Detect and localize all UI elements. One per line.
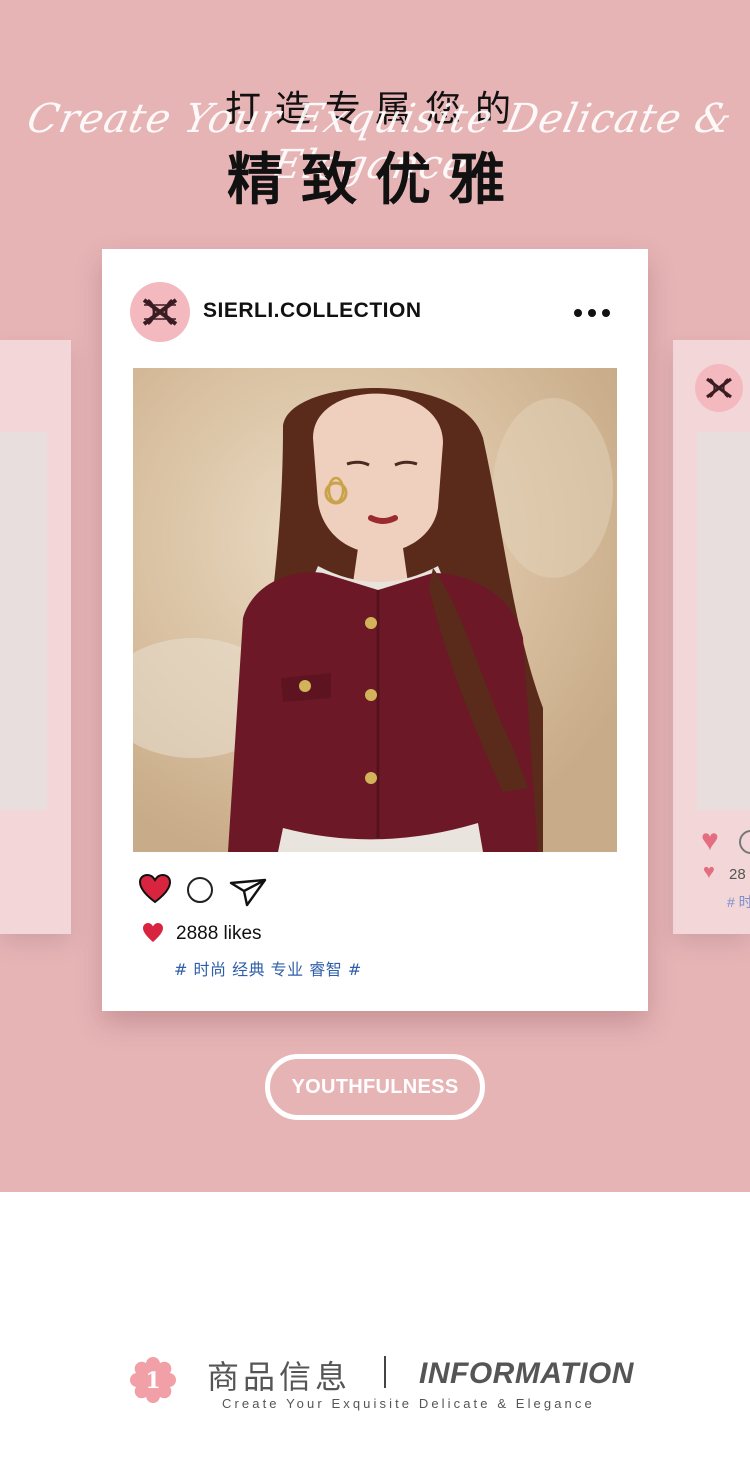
side-small-heart-icon: ♥ xyxy=(703,861,715,883)
side-post-image xyxy=(0,432,47,810)
page: 打造专属您的 Create Your Exquisite Delicate & … xyxy=(0,0,750,1461)
likes-count: 2888 likes xyxy=(176,923,262,944)
youthfulness-button[interactable]: YOUTHFULNESS xyxy=(265,1054,485,1120)
headline-big: 精致优雅 xyxy=(227,148,523,213)
side-post-card-right: ♥ ♥ 28 # 时 xyxy=(673,340,750,934)
post-card: SIERLI.COLLECTION 2888 likes # 时尚 经典 专业 … xyxy=(102,249,648,1011)
section-header: 1 商品信息 INFORMATION Create Your Exquisite… xyxy=(0,1192,750,1461)
hashtag-line[interactable]: # 时尚 经典 专业 睿智 # xyxy=(174,956,362,980)
comment-icon[interactable] xyxy=(187,877,213,903)
heart-icon[interactable] xyxy=(138,873,172,905)
avatar[interactable] xyxy=(130,282,190,342)
side-heart-icon: ♥ xyxy=(701,824,719,857)
side-avatar xyxy=(695,364,743,412)
small-heart-icon xyxy=(143,923,163,942)
side-likes-count: 28 xyxy=(729,866,746,883)
username[interactable]: SIERLI.COLLECTION xyxy=(203,299,422,323)
side-post-card-left xyxy=(0,340,71,934)
hero-banner: 打造专属您的 Create Your Exquisite Delicate & … xyxy=(0,0,750,1192)
post-photo xyxy=(133,368,617,852)
model-photo-illustration xyxy=(133,368,617,852)
brand-logo-icon xyxy=(142,298,178,326)
brand-logo-icon xyxy=(706,377,732,399)
side-tags: # 时 xyxy=(727,894,750,910)
side-post-image xyxy=(697,432,750,810)
section-title-en: INFORMATION xyxy=(419,1357,634,1390)
side-comment-icon xyxy=(739,830,750,854)
flower-badge-icon: 1 xyxy=(130,1357,176,1403)
section-title-cn: 商品信息 xyxy=(207,1358,352,1396)
section-number: 1 xyxy=(145,1368,160,1394)
section-subtitle: Create Your Exquisite Delicate & Eleganc… xyxy=(222,1396,595,1411)
more-icon[interactable] xyxy=(574,308,614,318)
section-divider xyxy=(384,1356,386,1388)
share-icon[interactable] xyxy=(229,877,267,907)
